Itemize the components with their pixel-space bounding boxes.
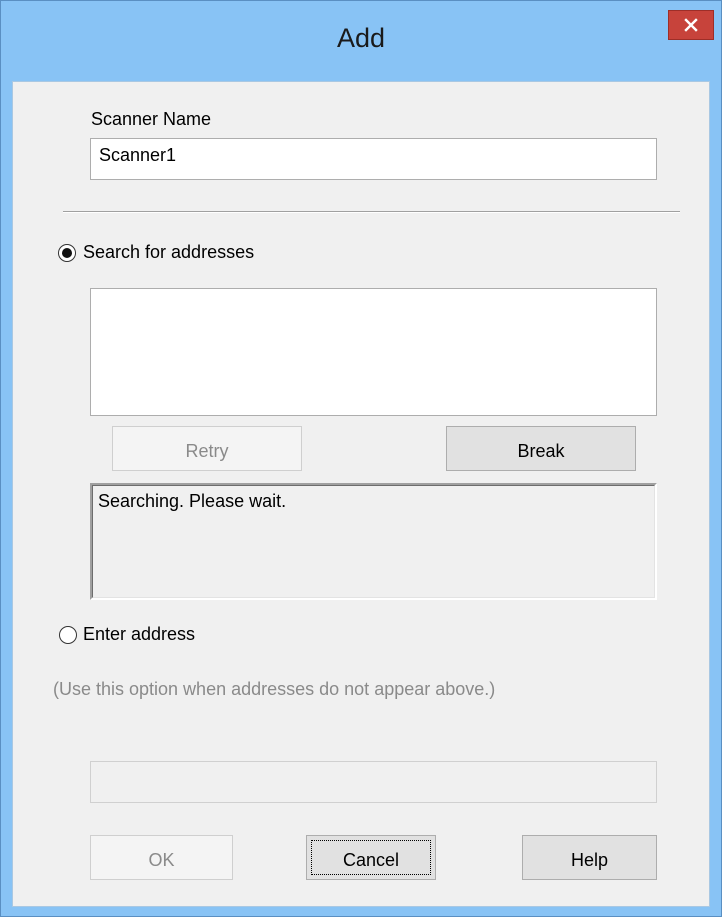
scanner-name-field[interactable] xyxy=(90,138,657,180)
close-icon xyxy=(684,18,698,32)
cancel-button[interactable]: Cancel xyxy=(306,835,436,880)
search-addresses-radio[interactable] xyxy=(58,244,76,262)
radio-selected-icon xyxy=(62,248,72,258)
scanner-name-label: Scanner Name xyxy=(91,109,212,129)
title-bar[interactable]: Add xyxy=(1,1,721,81)
add-scanner-dialog: Add Scanner Name Search for addresses Re… xyxy=(0,0,722,917)
search-status-text: Searching. Please wait. xyxy=(98,491,287,511)
separator xyxy=(63,211,680,213)
enter-address-label[interactable]: Enter address xyxy=(83,624,195,645)
enter-address-radio[interactable] xyxy=(59,626,77,644)
close-button[interactable] xyxy=(668,10,714,40)
enter-address-hint: (Use this option when addresses do not a… xyxy=(53,679,496,699)
help-button[interactable]: Help xyxy=(522,835,657,880)
address-results-list[interactable] xyxy=(90,288,657,416)
search-addresses-label[interactable]: Search for addresses xyxy=(83,242,254,263)
retry-button[interactable]: Retry xyxy=(112,426,302,471)
search-status-box: Searching. Please wait. xyxy=(90,483,657,600)
break-button[interactable]: Break xyxy=(446,426,636,471)
address-input[interactable] xyxy=(99,768,639,789)
dialog-body: Scanner Name Search for addresses Retry … xyxy=(12,81,710,907)
address-field[interactable] xyxy=(90,761,657,803)
ok-button[interactable]: OK xyxy=(90,835,233,880)
dialog-title: Add xyxy=(336,23,386,53)
scanner-name-input[interactable] xyxy=(99,145,639,166)
